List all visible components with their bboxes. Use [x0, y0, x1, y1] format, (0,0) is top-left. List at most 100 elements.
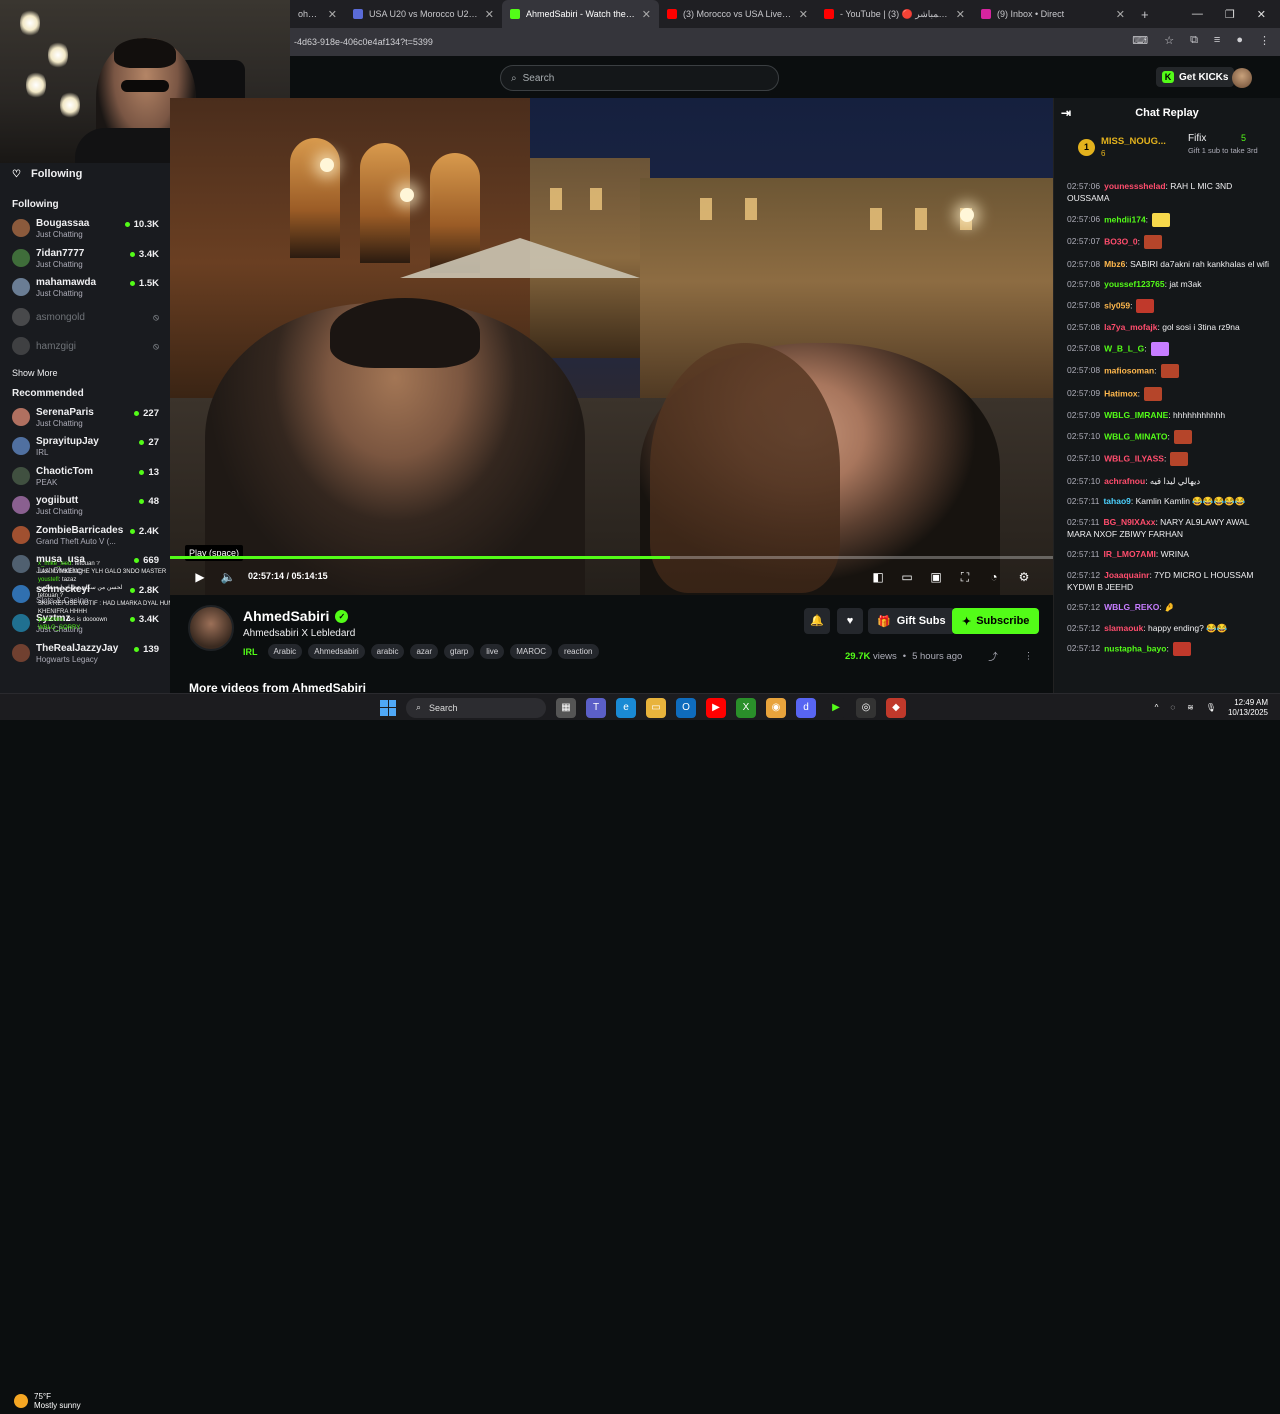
- settings-gear-icon[interactable]: ⚙: [1016, 569, 1032, 585]
- restore-icon[interactable]: ❐: [1225, 8, 1235, 21]
- file-explorer-icon[interactable]: ▭: [646, 697, 666, 718]
- chat-username[interactable]: Joaaquainr: [1104, 570, 1149, 580]
- sidebar-channel[interactable]: mahamawda Just Chatting 1.5K: [0, 273, 170, 303]
- menu-icon[interactable]: ⋮: [1259, 34, 1270, 47]
- chat-username[interactable]: BO3O_0: [1104, 236, 1138, 246]
- xbox-icon[interactable]: X: [736, 697, 756, 718]
- gift-subs-button[interactable]: 🎁 Gift Subs: [868, 608, 955, 634]
- collapse-chat-icon[interactable]: ⇥: [1061, 98, 1071, 128]
- sidebar-channel[interactable]: SerenaParis Just Chatting 227: [0, 403, 170, 433]
- outlook-icon[interactable]: O: [676, 697, 696, 718]
- shield-icon[interactable]: ◆: [886, 697, 906, 718]
- channel-name[interactable]: AhmedSabiri ✓: [243, 608, 349, 624]
- sidebar-channel[interactable]: Syztmz Just Chatting 3.4K: [0, 609, 170, 639]
- sidebar-channel[interactable]: hamzgigi ⦸: [0, 332, 170, 362]
- chat-username[interactable]: WBLG_IMRANE: [1104, 410, 1168, 420]
- task-view-icon[interactable]: ▦: [556, 697, 576, 718]
- close-window-icon[interactable]: ✕: [1257, 8, 1266, 21]
- discord-icon[interactable]: d: [796, 697, 816, 718]
- get-kicks-button[interactable]: K Get KICKs: [1156, 67, 1235, 87]
- chat-username[interactable]: tahao9: [1103, 496, 1130, 506]
- clip-icon[interactable]: ◧: [870, 569, 886, 585]
- show-more-button[interactable]: Show More: [0, 362, 170, 384]
- mic-icon[interactable]: 🎙: [1206, 703, 1216, 712]
- minimize-icon[interactable]: —: [1192, 8, 1203, 20]
- tag-chip[interactable]: reaction: [558, 644, 599, 659]
- windows-start-icon[interactable]: [380, 699, 396, 716]
- network-icon[interactable]: ◌: [1170, 703, 1175, 712]
- chat-username[interactable]: Mbz6: [1104, 259, 1125, 269]
- browser-tab[interactable]: (3) Morocco vs USA Live Stream ✕: [659, 0, 816, 28]
- browser-tab[interactable]: USA U20 vs Morocco U20 live ... ✕: [345, 0, 502, 28]
- browser-tab-active[interactable]: AhmedSabiri - Watch the VOD ✕: [502, 0, 659, 28]
- chat-username[interactable]: mehdii174: [1104, 214, 1146, 224]
- tag-chip[interactable]: MAROC: [510, 644, 553, 659]
- more-options-icon[interactable]: ⋮: [1024, 651, 1034, 662]
- top-gifter-name[interactable]: MISS_NOUG...: [1101, 136, 1166, 147]
- sidebar-channel[interactable]: ChaoticTom PEAK 13: [0, 462, 170, 492]
- sidebar-channel[interactable]: Bougassaa Just Chatting 10.3K: [0, 214, 170, 244]
- share-icon[interactable]: ⤴: [988, 649, 998, 663]
- chrome-icon[interactable]: ◉: [766, 697, 786, 718]
- youtube-icon[interactable]: ▶: [706, 697, 726, 718]
- sidebar-channel[interactable]: asmongold ⦸: [0, 303, 170, 333]
- url-text[interactable]: -4d63-918e-406c0e4af134?t=5399: [294, 37, 433, 47]
- search-input[interactable]: ⌕ Search: [500, 65, 779, 91]
- chat-username[interactable]: BG_N9IXAxx: [1103, 517, 1155, 527]
- clock[interactable]: 12:49 AM 10/13/2025: [1228, 698, 1268, 718]
- chat-username[interactable]: la7ya_mofajk: [1104, 322, 1157, 332]
- extensions-icon[interactable]: ⧉: [1190, 34, 1198, 47]
- sidebar-channel[interactable]: ZombieBarricades Grand Theft Auto V (... 2…: [0, 521, 170, 551]
- tag-chip[interactable]: arabic: [370, 644, 405, 659]
- tag-chip[interactable]: Ahmedsabiri: [308, 644, 365, 659]
- category-link[interactable]: IRL: [243, 647, 258, 657]
- browser-tab[interactable]: ohere F... ✕: [290, 0, 345, 28]
- browser-tab[interactable]: (9) Inbox • Direct ✕: [973, 0, 1133, 28]
- close-icon[interactable]: ✕: [642, 8, 651, 21]
- tray-chevron-icon[interactable]: ^: [1155, 703, 1159, 712]
- browser-tab[interactable]: - YouTube | البث المباشر 🔴 (3) ✕: [816, 0, 973, 28]
- weather-widget[interactable]: 75°F Mostly sunny: [0, 1387, 160, 1414]
- kick-app-icon[interactable]: ▶: [826, 697, 846, 718]
- close-icon[interactable]: ✕: [1116, 8, 1125, 21]
- fullscreen-icon[interactable]: ⛶: [957, 569, 973, 585]
- chat-username[interactable]: Hatimox: [1104, 388, 1138, 398]
- close-icon[interactable]: ✕: [485, 8, 494, 21]
- sidebar-channel[interactable]: 7idan7777 Just Chatting 3.4K: [0, 244, 170, 274]
- subscribe-button[interactable]: ✦ Subscribe: [952, 608, 1040, 634]
- chat-username[interactable]: WBLG_REKO: [1104, 602, 1159, 612]
- theater-mode-icon[interactable]: ▭: [899, 569, 915, 585]
- chat-username[interactable]: IR_LMO7AMI: [1103, 549, 1155, 559]
- tag-chip[interactable]: Arabic: [267, 644, 303, 659]
- chat-username[interactable]: W_B_L_G: [1104, 343, 1144, 353]
- video-player[interactable]: Play (space) ▶ 🔈 02:57:14 / 05:14:15 ◧ ▭…: [170, 98, 1053, 595]
- speed-icon[interactable]: ◔: [986, 569, 1002, 585]
- chat-username[interactable]: younessshelad: [1104, 181, 1165, 191]
- chat-username[interactable]: WBLG_MINATO: [1104, 431, 1167, 441]
- profile-icon[interactable]: ●: [1236, 34, 1243, 47]
- taskbar-search[interactable]: ⌕ Search: [406, 697, 546, 718]
- obs-icon[interactable]: ◎: [856, 697, 876, 718]
- wifi-icon[interactable]: ≋: [1187, 703, 1194, 712]
- media-icon[interactable]: ≡: [1214, 34, 1220, 47]
- tag-chip[interactable]: azar: [410, 644, 439, 659]
- gifter-name[interactable]: Fifix: [1188, 133, 1206, 144]
- chat-username[interactable]: slamaouk: [1104, 623, 1143, 633]
- teams-icon[interactable]: T: [586, 697, 606, 718]
- progress-bar[interactable]: [170, 556, 1053, 559]
- close-icon[interactable]: ✕: [328, 8, 337, 21]
- chat-username[interactable]: nustapha_bayo: [1104, 643, 1166, 653]
- following-toggle[interactable]: ♡ Following: [0, 163, 170, 185]
- sidebar-channel[interactable]: SprayitupJay IRL 27: [0, 432, 170, 462]
- chat-username[interactable]: sly059: [1104, 300, 1130, 310]
- close-icon[interactable]: ✕: [956, 8, 965, 21]
- chat-username[interactable]: WBLG_ILYASS: [1104, 453, 1164, 463]
- sidebar-channel[interactable]: schneckeyl Slots & Casino 2.8K: [0, 580, 170, 610]
- new-tab-button[interactable]: +: [1133, 0, 1157, 28]
- bookmark-star-icon[interactable]: ☆: [1164, 34, 1174, 47]
- sidebar-channel[interactable]: yogiibutt Just Chatting 48: [0, 491, 170, 521]
- tag-chip[interactable]: live: [480, 644, 505, 659]
- chat-username[interactable]: mafiosoman: [1104, 365, 1154, 375]
- chat-username[interactable]: youssef123765: [1104, 279, 1165, 289]
- follow-heart-icon[interactable]: ♥: [837, 608, 863, 634]
